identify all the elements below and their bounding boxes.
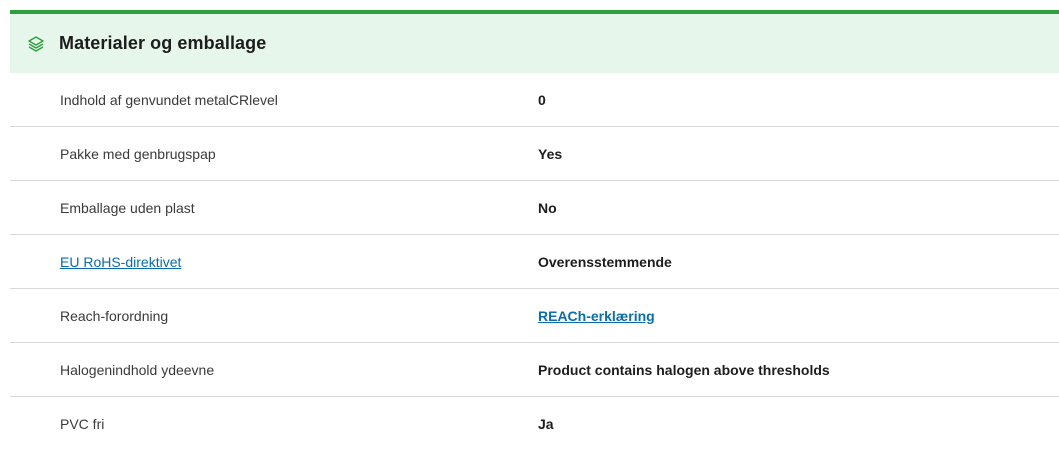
attribute-label: Halogenindhold ydeevne bbox=[60, 361, 215, 378]
attribute-row: Pakke med genbrugspap Yes bbox=[10, 127, 1059, 181]
attribute-label: Reach-forordning bbox=[60, 307, 169, 324]
attribute-value: Ja bbox=[538, 416, 554, 432]
attribute-value: Overensstemmende bbox=[538, 253, 672, 270]
attribute-value: Yes bbox=[538, 145, 563, 162]
attribute-label: EU RoHS-direktivet bbox=[10, 254, 538, 270]
attribute-label: PVC fri bbox=[60, 416, 105, 432]
reach-declaration-link[interactable]: REACh-erklæring bbox=[538, 308, 655, 324]
attribute-value: No bbox=[538, 199, 557, 216]
attribute-row: EU RoHS-direktivet Overensstemmende bbox=[10, 235, 1059, 289]
section-title: Materialer og emballage bbox=[59, 33, 267, 53]
attribute-value: REACh-erklæring bbox=[538, 308, 655, 324]
attribute-row: Reach-forordning REACh-erklæring bbox=[10, 289, 1059, 343]
attribute-label: Emballage uden plast bbox=[60, 199, 195, 216]
attribute-value: 0 bbox=[538, 91, 546, 108]
section-header[interactable]: Materialer og emballage bbox=[10, 14, 1059, 73]
layers-icon bbox=[27, 35, 45, 53]
materials-packaging-section: Materialer og emballage Indhold af genvu… bbox=[10, 14, 1059, 451]
attribute-label: Indhold af genvundet metalCRlevel bbox=[60, 91, 278, 108]
attribute-row: Indhold af genvundet metalCRlevel 0 bbox=[10, 73, 1059, 127]
attribute-list: Indhold af genvundet metalCRlevel 0 Pakk… bbox=[10, 73, 1059, 451]
attribute-row: Emballage uden plast No bbox=[10, 181, 1059, 235]
attribute-row: Halogenindhold ydeevne Product contains … bbox=[10, 343, 1059, 397]
attribute-label: Pakke med genbrugspap bbox=[60, 145, 216, 162]
attribute-value: Product contains halogen above threshold… bbox=[538, 361, 830, 378]
attribute-row: PVC fri Ja bbox=[10, 397, 1059, 451]
eu-rohs-directive-link[interactable]: EU RoHS-direktivet bbox=[60, 254, 181, 270]
